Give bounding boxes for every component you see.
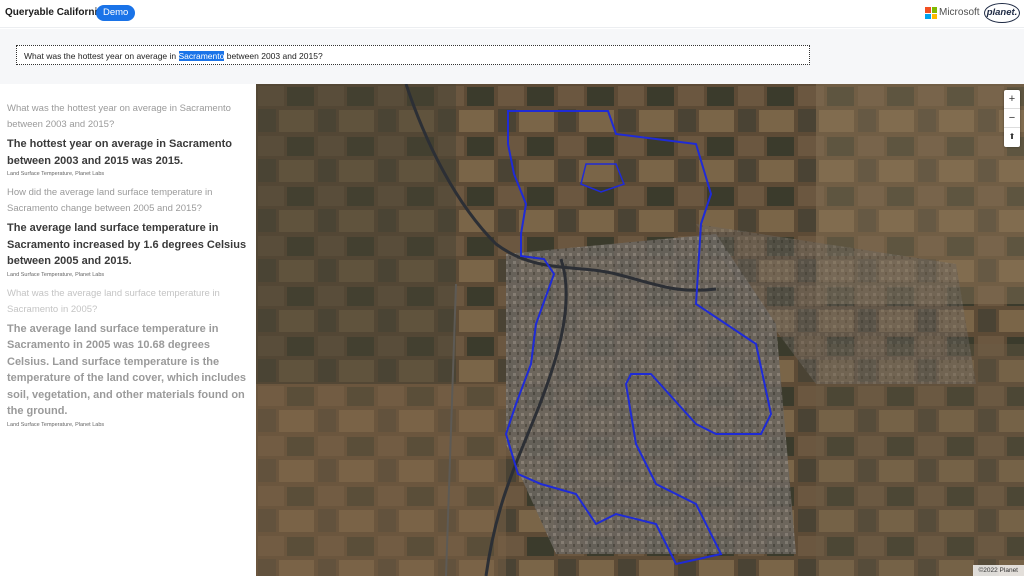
demo-badge: Demo [96,5,136,21]
question-text[interactable]: What was the hottest year on average in … [7,101,250,133]
conversation-panel: What was the hottest year on average in … [0,84,256,576]
query-text-before: What was the hottest year on average in [24,51,179,61]
conversation-item: What was the hottest year on average in … [7,101,250,177]
answer-text: The average land surface temperature in … [7,322,247,418]
app-title: Queryable California [5,7,103,18]
conversation-item: How did the average land surface tempera… [7,185,250,278]
satellite-imagery [256,84,1024,576]
app-header: Queryable California Demo Microsoft plan… [0,0,1024,28]
answer-text: The hottest year on average in Sacrament… [7,138,232,167]
query-area: What was the hottest year on average in … [0,29,1024,84]
map-zoom-controls: + − ⬆ [1004,90,1020,147]
source-label: Land Surface Temperature, Planet Labs [7,421,105,428]
question-text[interactable]: How did the average land surface tempera… [7,185,250,217]
zoom-in-button[interactable]: + [1004,90,1020,109]
compass-icon[interactable]: ⬆ [1004,128,1020,147]
satellite-map[interactable]: + − ⬆ ©2022 Planet [256,84,1024,576]
planet-logo: planet. [984,3,1020,23]
source-label: Land Surface Temperature, Planet Labs [7,271,105,278]
microsoft-logo-icon [925,7,937,19]
query-input[interactable]: What was the hottest year on average in … [16,45,810,65]
map-attribution: ©2022 Planet [972,565,1024,576]
answer-text: The average land surface temperature in … [7,222,247,267]
conversation-item: What was the average land surface temper… [7,286,250,428]
question-text[interactable]: What was the average land surface temper… [7,286,250,318]
query-text-after: between 2003 and 2015? [224,51,323,61]
microsoft-label: Microsoft [939,7,980,18]
zoom-out-button[interactable]: − [1004,109,1020,128]
query-highlight: Sacramento [178,51,225,61]
source-label: Land Surface Temperature, Planet Labs [7,171,105,177]
